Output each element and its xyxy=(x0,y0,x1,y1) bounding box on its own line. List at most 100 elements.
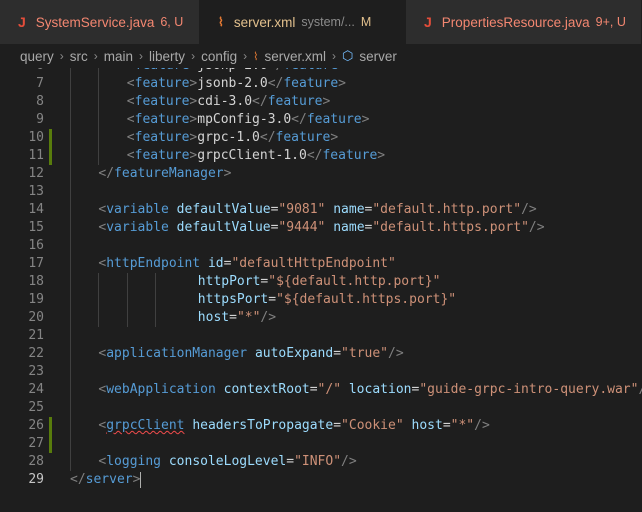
code-line[interactable]: 15 <variable defaultValue="9444" name="de… xyxy=(0,219,642,237)
line-number: 29 xyxy=(28,472,44,487)
indent-guide xyxy=(70,399,71,417)
code-line[interactable]: 11 <feature>grpcClient-1.0</feature> xyxy=(0,147,642,165)
code-line[interactable]: 14 <variable defaultValue="9081" name="de… xyxy=(0,201,642,219)
code-token: /> xyxy=(521,202,537,217)
modified-line-indicator[interactable] xyxy=(49,435,52,453)
breadcrumb-item-config[interactable]: config xyxy=(201,49,237,64)
modified-line-indicator[interactable] xyxy=(49,147,52,165)
code-line[interactable]: 8 <feature>cdi-3.0</feature> xyxy=(0,93,642,111)
chevron-right-icon: › xyxy=(191,49,196,63)
code-content: <logging consoleLogLevel="INFO"/> xyxy=(98,453,356,471)
code-token: feature xyxy=(283,76,339,91)
code-line[interactable]: 26 <grpcClient headersToPropagate="Cookie… xyxy=(0,417,642,435)
tab-propertiesresource-java[interactable]: J PropertiesResource.java 9+, U xyxy=(406,0,642,44)
indent-guide xyxy=(70,381,71,399)
code-line[interactable]: 18 httpPort="${default.http.port}" xyxy=(0,273,642,291)
code-token: "true" xyxy=(341,346,389,361)
code-line[interactable]: 6<feature>jsonp-2.0</feature> xyxy=(0,68,642,75)
code-line[interactable]: 22 <applicationManager autoExpand="true"/… xyxy=(0,345,642,363)
code-token: > xyxy=(377,148,386,163)
modified-line-indicator[interactable] xyxy=(49,417,52,435)
code-line[interactable]: 9 <feature>mpConfig-3.0</feature> xyxy=(0,111,642,129)
indent-guide xyxy=(155,291,157,309)
code-token: = xyxy=(333,346,342,361)
tab-label: server.xml xyxy=(233,14,296,30)
code-token: "9081" xyxy=(278,202,326,217)
code-token: < xyxy=(126,94,135,109)
code-content: <variable defaultValue="9444" name="defa… xyxy=(98,219,544,237)
indent-guide xyxy=(126,273,128,291)
code-line[interactable]: 13 xyxy=(0,183,642,201)
indent-guide xyxy=(98,309,100,327)
code-content: <feature>jsonb-2.0</feature> xyxy=(127,75,346,93)
code-token: jsonp-2.0 xyxy=(197,68,267,73)
chevron-right-icon: › xyxy=(59,49,64,63)
code-content: <httpEndpoint id="defaultHttpEndpoint" xyxy=(98,255,395,273)
code-line[interactable]: 27 xyxy=(0,435,642,453)
tab-systemservice-java[interactable]: J SystemService.java 6, U xyxy=(0,0,200,44)
indent-guide xyxy=(98,273,100,291)
code-token: applicationManager xyxy=(106,346,248,361)
code-token: > xyxy=(361,112,370,127)
indent-guide xyxy=(155,273,157,291)
breadcrumb-item-server-xml[interactable]: server.xml xyxy=(264,49,326,64)
indent-guide xyxy=(98,147,100,165)
line-number: 21 xyxy=(28,328,44,343)
code-line[interactable]: 17 <httpEndpoint id="defaultHttpEndpoint" xyxy=(0,255,642,273)
breadcrumb: query › src › main › liberty › config › … xyxy=(0,44,642,68)
code-line[interactable]: 10 <feature>grpc-1.0</feature> xyxy=(0,129,642,147)
code-token: server xyxy=(85,472,133,487)
code-line[interactable]: 16 xyxy=(0,237,642,255)
indent-guide xyxy=(98,68,100,75)
code-token: variable xyxy=(106,202,169,217)
code-token: grpc-1.0 xyxy=(197,130,260,145)
indent-guide xyxy=(98,75,100,93)
line-number: 6 xyxy=(0,68,44,75)
code-line[interactable]: 20 host="*"/> xyxy=(0,309,642,327)
code-token: "9444" xyxy=(278,220,326,235)
code-line[interactable]: 29 </server> xyxy=(0,471,642,489)
breadcrumb-item-query[interactable]: query xyxy=(20,49,54,64)
line-number: 17 xyxy=(28,256,44,271)
code-line[interactable]: 21 xyxy=(0,327,642,345)
code-token: feature xyxy=(283,68,338,73)
code-token: "default.http.port" xyxy=(372,202,522,217)
breadcrumb-item-server[interactable]: server xyxy=(359,49,397,64)
code-token: > xyxy=(132,472,141,487)
breadcrumb-item-main[interactable]: main xyxy=(104,49,133,64)
tab-server-xml[interactable]: ⌇ server.xml system/... M xyxy=(200,0,406,44)
code-token: httpPort xyxy=(197,274,261,289)
code-line[interactable]: 25 xyxy=(0,399,642,417)
code-line[interactable]: 7 <feature>jsonb-2.0</feature> xyxy=(0,75,642,93)
code-token: variable xyxy=(106,220,169,235)
code-token: = xyxy=(286,454,295,469)
code-token: = xyxy=(268,292,277,307)
code-content: </server> xyxy=(70,471,142,489)
code-token: </ xyxy=(252,94,268,109)
code-token: /> xyxy=(260,310,277,325)
indent-guide xyxy=(70,68,71,75)
code-token: > xyxy=(223,166,232,181)
breadcrumb-item-src[interactable]: src xyxy=(70,49,88,64)
code-token: "guide-grpc-intro-query.war" xyxy=(419,382,639,397)
indent-guide xyxy=(70,273,71,291)
line-number: 25 xyxy=(28,400,44,415)
code-line[interactable]: 12 </featureManager> xyxy=(0,165,642,183)
indent-guide xyxy=(98,93,100,111)
breadcrumb-item-liberty[interactable]: liberty xyxy=(149,49,185,64)
chevron-right-icon: › xyxy=(331,49,336,63)
code-line[interactable]: 19 httpsPort="${default.https.port}" xyxy=(0,291,642,309)
code-token: feature xyxy=(135,68,190,73)
code-token: feature xyxy=(267,94,323,109)
code-line[interactable]: 28 <logging consoleLogLevel="INFO"/> xyxy=(0,453,642,471)
indent-guide xyxy=(70,345,71,363)
code-token: = xyxy=(229,310,237,325)
indent-guide xyxy=(98,111,100,129)
code-line[interactable]: 23 xyxy=(0,363,642,381)
modified-line-indicator[interactable] xyxy=(49,129,52,147)
code-editor[interactable]: 6<feature>jsonp-2.0</feature>7<feature>j… xyxy=(0,68,642,512)
code-line[interactable]: 24 <webApplication contextRoot="/" locati… xyxy=(0,381,642,399)
code-token: > xyxy=(338,68,346,73)
java-icon: J xyxy=(18,14,26,30)
